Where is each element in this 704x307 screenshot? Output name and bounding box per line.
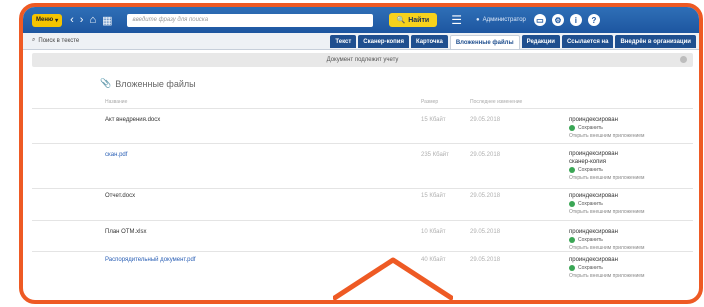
tabs-row: ⌕ Поиск в тексте Текст Сканер-копия Карт… <box>23 33 699 50</box>
file-name[interactable]: Акт внедрения.docx <box>105 117 160 123</box>
file-size: 10 Кбайт <box>421 229 446 235</box>
status-indexed: проиндексирован <box>569 229 618 235</box>
save-icon <box>569 265 575 271</box>
tab-card[interactable]: Карточка <box>410 35 448 48</box>
file-size: 235 Кбайт <box>421 152 449 158</box>
forward-icon[interactable]: › <box>80 14 84 27</box>
section-title: 📎 Вложенные файлы <box>100 78 196 89</box>
file-date: 29.05.2018 <box>470 117 501 123</box>
open-external-link[interactable]: Открыть внешним приложением <box>569 175 645 181</box>
app-frame: Меню ▾ ‹ › ⌂ ▦ введите фразу для поиска … <box>19 3 703 304</box>
row-divider <box>32 143 693 144</box>
open-external-link[interactable]: Открыть внешним приложением <box>569 209 645 215</box>
info-icon[interactable]: i <box>569 14 582 26</box>
file-name[interactable]: План ОТМ.xlsx <box>105 229 146 235</box>
chevron-down-icon: ▾ <box>55 17 59 24</box>
menu-button[interactable]: Меню ▾ <box>32 13 63 27</box>
menu-label: Меню <box>36 17 54 23</box>
status-scan-copy: сканер-копия <box>569 159 606 165</box>
save-icon <box>569 167 575 173</box>
nav-icons: ‹ › ⌂ ▦ <box>70 14 112 27</box>
file-size: 15 Кбайт <box>421 117 446 123</box>
find-label: Найти <box>408 16 430 24</box>
paperclip-icon: 📎 <box>100 78 112 88</box>
find-button[interactable]: 🔍 Найти <box>388 13 438 27</box>
file-size: 40 Кбайт <box>421 257 446 263</box>
top-toolbar: Меню ▾ ‹ › ⌂ ▦ введите фразу для поиска … <box>23 7 699 33</box>
tab-revisions[interactable]: Редакции <box>521 35 560 48</box>
file-name[interactable]: скан.pdf <box>105 152 127 158</box>
file-date: 29.05.2018 <box>470 257 501 263</box>
save-label: Сохранить <box>578 265 603 271</box>
column-header-modified: Последнее изменение <box>470 99 523 105</box>
save-label: Сохранить <box>578 167 603 173</box>
column-header-name: Название <box>105 99 128 105</box>
header-divider <box>32 108 693 109</box>
row-divider <box>32 188 693 189</box>
file-date: 29.05.2018 <box>470 229 501 235</box>
file-status: проиндексирован Сохранить Открыть внешни… <box>569 228 645 252</box>
file-name[interactable]: Отчет.docx <box>105 193 135 199</box>
tab-references[interactable]: Ссылается на <box>562 35 614 48</box>
home-icon[interactable]: ⌂ <box>89 14 96 27</box>
status-indexed: проиндексирован <box>569 117 618 123</box>
file-status: проиндексирован Сохранить Открыть внешни… <box>569 116 645 140</box>
tab-text[interactable]: Текст <box>330 35 357 48</box>
search-in-text-button[interactable]: ⌕ Поиск в тексте <box>32 37 79 44</box>
save-icon <box>569 237 575 243</box>
gear-icon[interactable]: ⚙ <box>551 14 564 26</box>
search-input[interactable]: введите фразу для поиска <box>126 13 373 27</box>
save-button[interactable]: Сохранить <box>569 264 645 272</box>
file-status: проиндексирован Сохранить Открыть внешни… <box>569 256 645 280</box>
save-label: Сохранить <box>578 237 603 243</box>
save-icon <box>569 125 575 131</box>
save-label: Сохранить <box>578 201 603 207</box>
search-icon: 🔍 <box>396 17 406 24</box>
tab-attached-files[interactable]: Вложенные файлы <box>449 35 520 49</box>
hamburger-icon[interactable]: ☰ <box>451 13 462 27</box>
file-status: проиндексирован Сохранить Открыть внешни… <box>569 192 645 216</box>
user-menu[interactable]: ● Администратор <box>476 17 526 23</box>
file-date: 29.05.2018 <box>470 193 501 199</box>
open-external-link[interactable]: Открыть внешним приложением <box>569 133 645 139</box>
row-divider <box>32 251 693 252</box>
status-indexed: проиндексирован <box>569 193 618 199</box>
open-external-link[interactable]: Открыть внешним приложением <box>569 273 645 279</box>
column-header-size: Размер <box>421 99 439 105</box>
section-title-text: Вложенные файлы <box>115 78 196 89</box>
tab-scan-copy[interactable]: Сканер-копия <box>358 35 409 48</box>
help-icon[interactable]: ? <box>587 14 600 26</box>
folder-icon[interactable]: ▭ <box>533 14 546 26</box>
status-indexed: проиндексирован <box>569 151 618 157</box>
save-button[interactable]: Сохранить <box>569 166 645 174</box>
row-divider <box>32 220 693 221</box>
search-in-text-label: Поиск в тексте <box>38 37 80 44</box>
save-button[interactable]: Сохранить <box>569 200 645 208</box>
tool-icons: ▭ ⚙ i ? <box>533 14 600 26</box>
file-status: проиндексирован сканер-копия Сохранить О… <box>569 150 645 182</box>
save-button[interactable]: Сохранить <box>569 236 645 244</box>
grid-icon[interactable]: ▦ <box>102 14 112 27</box>
save-icon <box>569 201 575 207</box>
file-date: 29.05.2018 <box>470 152 501 158</box>
notice-text: Документ подлежит учету <box>326 57 399 63</box>
file-name[interactable]: Распорядительный документ.pdf <box>105 257 196 263</box>
save-label: Сохранить <box>578 125 603 131</box>
notice-bar: Документ подлежит учету <box>32 53 693 67</box>
tab-implemented[interactable]: Внедрён в организации <box>615 35 696 48</box>
user-icon: ● <box>475 17 480 23</box>
search-icon: ⌕ <box>32 37 36 43</box>
save-button[interactable]: Сохранить <box>569 124 645 132</box>
status-indexed: проиндексирован <box>569 257 618 263</box>
document-tabs: Текст Сканер-копия Карточка Вложенные фа… <box>330 35 696 49</box>
user-label: Администратор <box>482 17 526 23</box>
file-size: 15 Кбайт <box>421 193 446 199</box>
close-icon[interactable] <box>680 56 687 63</box>
back-icon[interactable]: ‹ <box>70 14 74 27</box>
search-placeholder: введите фразу для поиска <box>132 17 209 23</box>
